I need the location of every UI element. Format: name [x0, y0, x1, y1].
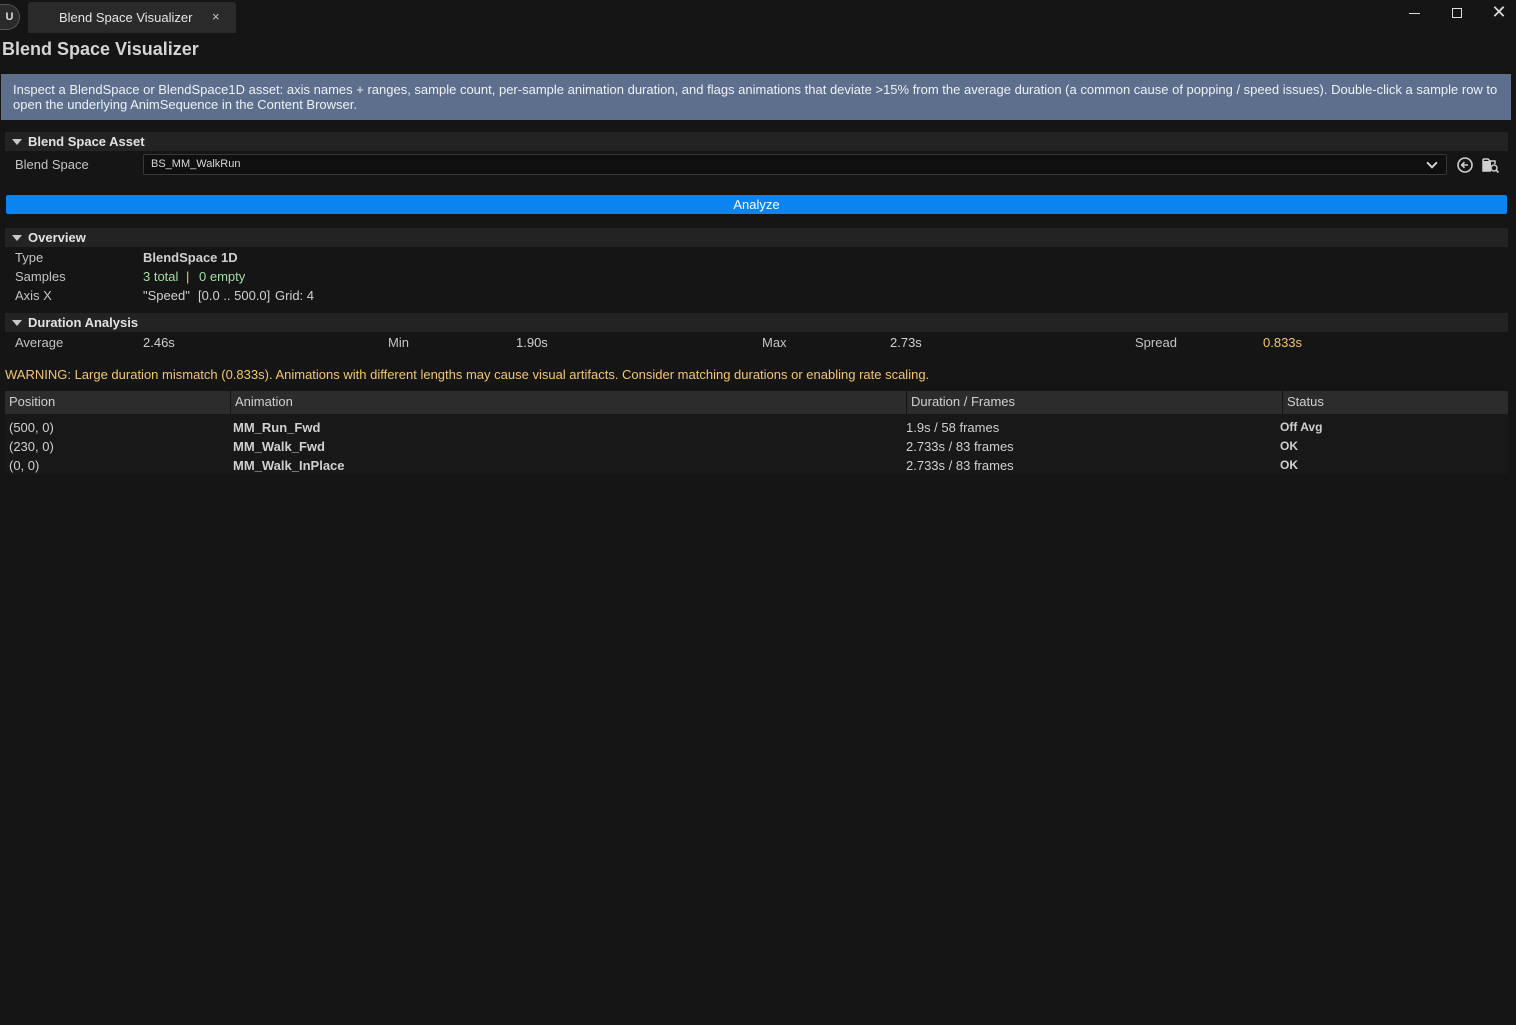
blend-space-label: Blend Space — [15, 157, 89, 172]
status-badge: OK — [1280, 458, 1298, 472]
column-header-position[interactable]: Position — [5, 391, 231, 414]
samples-table-body: (500, 0) MM_Run_Fwd 1.9s / 58 frames Off… — [5, 414, 1508, 474]
collapse-arrow-icon — [12, 320, 22, 326]
duration-cell: 1.9s / 58 frames — [906, 420, 1000, 435]
title-bar: U Blend Space Visualizer × ✕ — [0, 0, 1516, 36]
blend-space-dropdown[interactable]: BS_MM_WalkRun — [143, 154, 1447, 175]
collapse-arrow-icon — [12, 235, 22, 241]
close-window-button[interactable]: ✕ — [1484, 2, 1514, 24]
type-label: Type — [15, 250, 44, 265]
maximize-button[interactable] — [1442, 2, 1472, 24]
chevron-down-icon — [1426, 157, 1438, 169]
tab-blend-space-visualizer[interactable]: Blend Space Visualizer × — [28, 2, 236, 33]
tab-close-icon[interactable]: × — [212, 9, 220, 24]
unreal-logo-icon: U — [0, 4, 20, 30]
position-cell: (230, 0) — [9, 439, 54, 454]
position-cell: (0, 0) — [9, 458, 40, 473]
use-selected-asset-button[interactable] — [1456, 156, 1474, 174]
position-cell: (500, 0) — [9, 420, 54, 435]
duration-cell: 2.733s / 83 frames — [906, 439, 1014, 454]
arrow-left-circle-icon — [1457, 157, 1473, 173]
column-header-duration[interactable]: Duration / Frames — [907, 391, 1283, 414]
spread-label: Spread — [1135, 335, 1177, 350]
browse-to-asset-button[interactable] — [1482, 156, 1500, 174]
duration-cell: 2.733s / 83 frames — [906, 458, 1014, 473]
axis-name: "Speed" — [143, 288, 190, 303]
min-label: Min — [388, 335, 409, 350]
folder-search-icon — [1482, 158, 1500, 174]
duration-warning: WARNING: Large duration mismatch (0.833s… — [5, 367, 930, 382]
status-badge: OK — [1280, 439, 1298, 453]
samples-label: Samples — [15, 269, 66, 284]
section-title: Overview — [28, 230, 86, 245]
max-value: 2.73s — [890, 335, 922, 350]
axis-range: [0.0 .. 500.0] — [198, 288, 271, 303]
axis-x-label: Axis X — [15, 288, 52, 303]
section-header-overview[interactable]: Overview — [5, 228, 1508, 247]
blend-space-value: BS_MM_WalkRun — [151, 158, 241, 170]
animation-cell: MM_Walk_Fwd — [233, 439, 325, 454]
minimize-icon — [1409, 13, 1420, 14]
section-title: Duration Analysis — [28, 315, 139, 330]
tab-label: Blend Space Visualizer — [59, 10, 193, 25]
page-title: Blend Space Visualizer — [2, 39, 199, 59]
column-header-status[interactable]: Status — [1283, 391, 1508, 414]
status-badge: Off Avg — [1280, 420, 1323, 434]
section-title: Blend Space Asset — [28, 134, 145, 149]
average-value: 2.46s — [143, 335, 175, 350]
spread-value: 0.833s — [1263, 335, 1303, 350]
samples-total: 3 total — [143, 269, 179, 284]
section-header-duration-analysis[interactable]: Duration Analysis — [5, 313, 1508, 332]
max-label: Max — [762, 335, 787, 350]
info-banner: Inspect a BlendSpace or BlendSpace1D ass… — [1, 74, 1511, 120]
maximize-icon — [1452, 8, 1462, 18]
table-row[interactable]: (0, 0) MM_Walk_InPlace 2.733s / 83 frame… — [5, 455, 1508, 474]
column-header-animation[interactable]: Animation — [231, 391, 907, 414]
average-label: Average — [15, 335, 64, 350]
animation-cell: MM_Walk_InPlace — [233, 458, 345, 473]
type-value: BlendSpace 1D — [143, 250, 238, 265]
samples-empty: 0 empty — [199, 269, 246, 284]
samples-separator: | — [186, 269, 190, 284]
table-header: Position Animation Duration / Frames Sta… — [5, 391, 1508, 414]
axis-grid: Grid: 4 — [275, 288, 315, 303]
table-row[interactable]: (230, 0) MM_Walk_Fwd 2.733s / 83 frames … — [5, 436, 1508, 455]
analyze-button[interactable]: Analyze — [6, 195, 1507, 214]
min-value: 1.90s — [516, 335, 548, 350]
minimize-button[interactable] — [1400, 2, 1430, 24]
animation-cell: MM_Run_Fwd — [233, 420, 321, 435]
table-row[interactable]: (500, 0) MM_Run_Fwd 1.9s / 58 frames Off… — [5, 417, 1508, 436]
section-header-blend-space-asset[interactable]: Blend Space Asset — [5, 132, 1508, 151]
collapse-arrow-icon — [12, 139, 22, 145]
